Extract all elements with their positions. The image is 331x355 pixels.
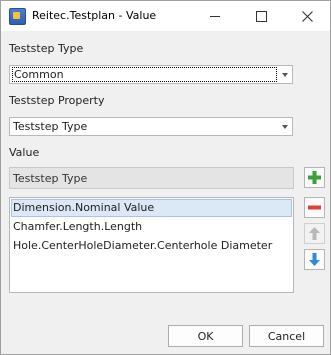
value-label: Value xyxy=(9,146,40,159)
teststep-type-label: Teststep Type xyxy=(9,42,84,55)
value-list[interactable]: Dimension.Nominal Value Chamfer.Length.L… xyxy=(9,197,294,293)
teststep-property-value: Teststep Type xyxy=(13,120,88,133)
value-display: Teststep Type xyxy=(9,167,294,189)
chevron-down-icon xyxy=(282,125,288,129)
remove-button[interactable] xyxy=(304,197,325,218)
arrow-up-icon xyxy=(309,227,320,240)
teststep-type-value: Common xyxy=(12,67,277,82)
chevron-down-icon xyxy=(282,73,288,77)
minimize-button[interactable] xyxy=(192,1,238,31)
list-item[interactable]: Hole.CenterHoleDiameter.Centerhole Diame… xyxy=(11,237,292,255)
maximize-button[interactable] xyxy=(238,1,284,31)
list-item[interactable]: Dimension.Nominal Value xyxy=(11,199,292,217)
title-bar: Reitec.Testplan - Value xyxy=(1,1,330,31)
plus-icon xyxy=(308,171,321,184)
dialog-window: Reitec.Testplan - Value Teststep Type Co… xyxy=(0,0,331,355)
arrow-down-icon xyxy=(309,253,320,266)
app-icon xyxy=(9,8,26,25)
window-title: Reitec.Testplan - Value xyxy=(32,9,157,22)
list-item[interactable]: Chamfer.Length.Length xyxy=(11,218,292,236)
close-icon xyxy=(301,10,313,22)
teststep-property-label: Teststep Property xyxy=(9,94,105,107)
teststep-type-dropdown[interactable]: Common xyxy=(9,65,293,84)
close-button[interactable] xyxy=(284,1,330,31)
move-up-button[interactable] xyxy=(304,223,325,244)
ok-button[interactable]: OK xyxy=(168,325,243,347)
teststep-property-dropdown[interactable]: Teststep Type xyxy=(9,117,293,136)
minus-icon xyxy=(308,205,321,210)
move-down-button[interactable] xyxy=(304,249,325,270)
cancel-button[interactable]: Cancel xyxy=(249,325,324,347)
add-button[interactable] xyxy=(304,167,325,188)
value-current: Teststep Type xyxy=(13,172,88,185)
